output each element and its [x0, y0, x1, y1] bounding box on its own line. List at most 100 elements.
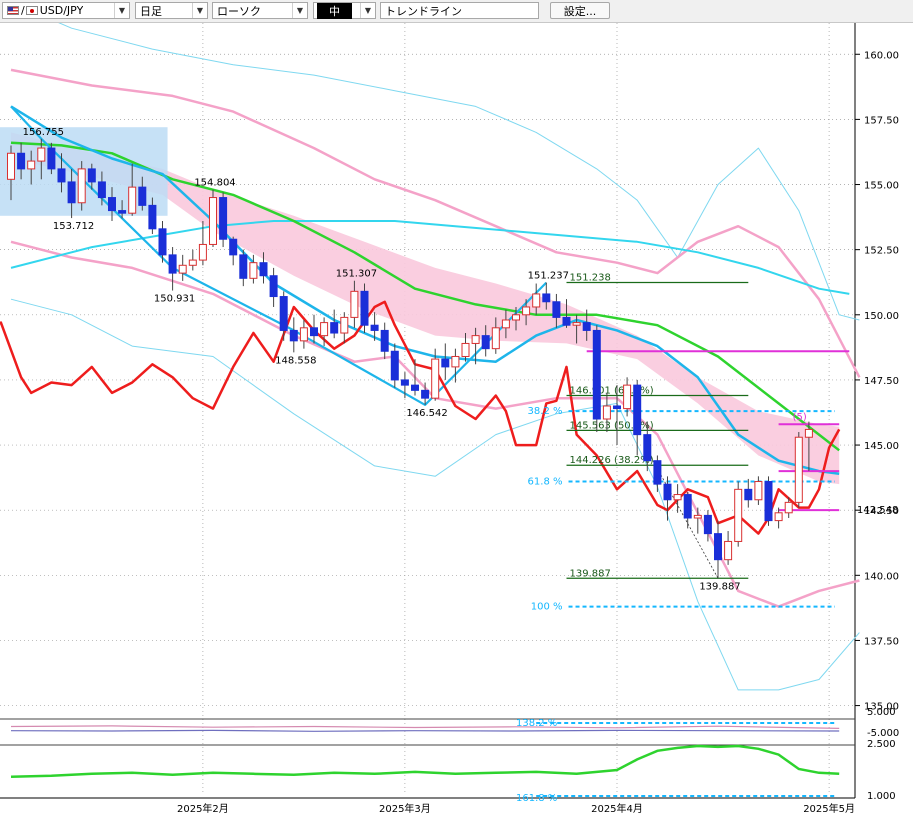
date-tick-label: 2025年3月 [379, 802, 431, 815]
date-tick-label: 2025年5月 [803, 802, 855, 815]
price-tick-label: 157.50 [864, 115, 899, 126]
candle-body [320, 322, 329, 337]
candle-body [340, 316, 349, 334]
period-select[interactable]: 日足 ▼ [135, 2, 208, 19]
candle-body [239, 254, 248, 279]
last-price-label: 142.548 [857, 505, 898, 516]
candle-body [57, 168, 66, 183]
price-tick-label: 145.00 [864, 441, 899, 452]
candle-body [471, 335, 480, 344]
fibonacci-level-label: 139.887 [570, 568, 611, 579]
candle-body [421, 389, 430, 399]
candle-body [451, 355, 460, 368]
candle-body [400, 379, 409, 386]
candle-body [108, 197, 116, 212]
candle-body [97, 181, 106, 199]
candle-body [330, 322, 339, 334]
candle-body [582, 322, 591, 331]
price-annotation-label: 156.755 [23, 127, 64, 138]
size-label: 中 [317, 2, 352, 19]
price-annotation-label: 150.931 [154, 294, 195, 305]
candle-body [67, 181, 76, 204]
candle-body [481, 335, 490, 350]
candle-body [724, 540, 733, 561]
candle-body [360, 290, 369, 326]
size-select[interactable]: 中 ▼ [313, 2, 376, 19]
candle-body [754, 481, 763, 501]
candle-body [512, 314, 520, 321]
candle-body [158, 228, 167, 256]
candle-body [77, 168, 86, 204]
fibonacci-extension-label: 38.2 % [528, 406, 563, 417]
candle-body [198, 243, 207, 261]
japan-flag-icon [25, 6, 38, 15]
candle-body [562, 316, 571, 326]
usdjpy-daily-chart: 151.238146.901 (61.8%)145.563 (50.0%)144… [0, 23, 913, 817]
candle-body [299, 327, 308, 342]
candle-body [188, 259, 197, 266]
price-tick-label: 137.50 [864, 636, 899, 647]
fibonacci-level-label: 151.238 [570, 273, 611, 284]
price-annotation-label: 154.804 [194, 178, 235, 189]
candle-body [411, 384, 419, 391]
candle-body [592, 329, 601, 420]
oscillator-purple-line [10, 729, 840, 732]
symbol-select[interactable]: / USD/JPY ▼ [2, 2, 130, 19]
candle-body [219, 197, 228, 240]
candle-body [653, 460, 662, 485]
candle-body [441, 358, 450, 368]
us-flag-icon [7, 6, 19, 15]
candle-body [310, 327, 318, 337]
candle-body [491, 327, 500, 350]
candle-body [209, 197, 217, 245]
candle-body [643, 434, 652, 462]
fibonacci-extension-label: 100 % [531, 602, 563, 613]
candle-body [532, 293, 541, 308]
sub-fib-label: 138.2 % [516, 718, 557, 729]
candle-body [522, 306, 531, 316]
settings-button[interactable]: 設定... [550, 2, 610, 19]
date-tick-label: 2025年4月 [591, 802, 643, 815]
candle-body [128, 186, 137, 214]
price-tick-label: 140.00 [864, 571, 899, 582]
candle-body [683, 494, 692, 519]
candle-body [552, 301, 561, 318]
drawing-tool-field[interactable]: トレンドライン [380, 2, 539, 19]
fibonacci-level-label: 144.226 (38.2%) [570, 455, 654, 466]
sub-axis-label: -5.000 [867, 728, 899, 739]
candle-body [804, 428, 813, 438]
candle-body [168, 254, 177, 274]
fibonacci-extension-label: 61.8 % [528, 477, 563, 488]
candle-body [774, 512, 783, 522]
candle-body [289, 329, 298, 342]
candle-body [734, 488, 743, 542]
chart-toolbar: / USD/JPY ▼ 日足 ▼ ローソク ▼ 中 ▼ トレンドライン 設定..… [0, 0, 913, 23]
candle-body [17, 152, 26, 170]
candle-body [744, 488, 753, 501]
candle-body [764, 481, 773, 522]
chart-style-select[interactable]: ローソク ▼ [212, 2, 308, 19]
date-tick-label: 2025年2月 [177, 802, 229, 815]
sub-axis-label: 1.000 [867, 791, 896, 802]
price-tick-label: 160.00 [864, 50, 899, 61]
price-annotation-label: 148.558 [275, 355, 316, 366]
candle-body [118, 210, 127, 214]
candle-body [613, 405, 621, 410]
sub-fib-label: 161.8 % [516, 793, 557, 804]
candle-body [229, 238, 238, 256]
chevron-down-icon: ▼ [292, 3, 307, 18]
candle-body [37, 147, 46, 162]
candle-body [633, 384, 642, 436]
candle-body [461, 342, 470, 357]
candle-body [259, 262, 268, 277]
horizontal-level-label: (5) [793, 412, 807, 423]
price-tick-label: 150.00 [864, 311, 899, 322]
candle-body [47, 147, 56, 170]
candle-body [673, 494, 682, 501]
price-tick-label: 152.50 [864, 246, 899, 257]
candle-body [572, 322, 581, 326]
price-annotation-label: 151.307 [336, 269, 377, 280]
candle-body [370, 324, 379, 331]
candle-body [784, 501, 793, 514]
candle-body [7, 152, 15, 180]
